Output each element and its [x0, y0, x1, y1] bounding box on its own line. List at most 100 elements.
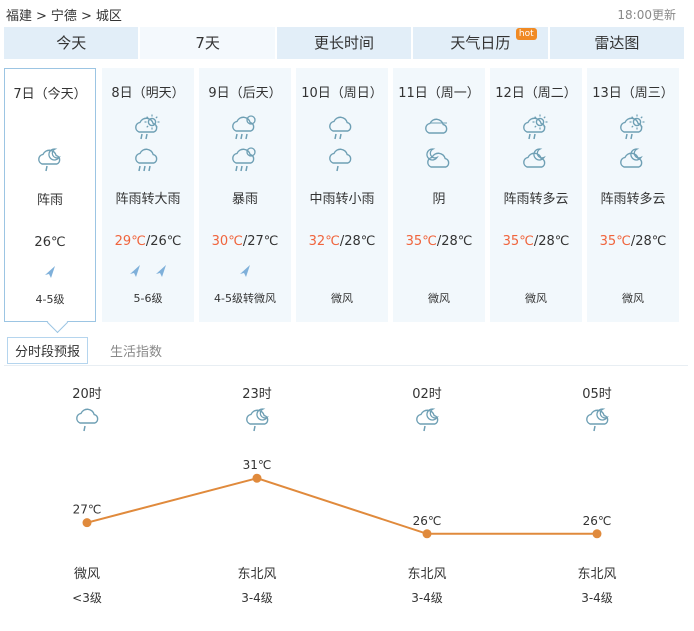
wind-direction — [5, 264, 95, 278]
wind-level: 微风 — [331, 292, 353, 305]
seven-day-forecast: 7日（今天） 阵雨 26℃ 4-5级 8日（明天） 阵雨转大雨 29℃/26℃ 5-6级 9日（… — [4, 68, 684, 334]
weather-description: 阵雨转多云 — [503, 192, 569, 207]
breadcrumb-province[interactable]: 福建 — [6, 9, 32, 24]
light-rain-icon — [326, 146, 356, 178]
update-time: 18:00更新 — [617, 8, 676, 22]
selected-pointer — [46, 311, 69, 334]
shower-rain-night-icon — [35, 146, 65, 178]
overcast-night-icon — [423, 146, 453, 178]
day-card[interactable]: 9日（后天） 暴雨 30℃/27℃ 4-5级转微风 — [199, 68, 291, 322]
hour-wind-direction: 东北风 — [237, 567, 277, 582]
hour-wind-direction: 微风 — [73, 567, 100, 582]
weather-description: 中雨转小雨 — [309, 192, 375, 207]
day-card[interactable]: 12日（周二） 阵雨转多云 35℃/28℃ 微风 — [490, 68, 582, 322]
wind-direction — [490, 263, 582, 277]
hour-time: 20时 — [72, 387, 102, 402]
temperature-range: 30℃/27℃ — [199, 234, 291, 249]
light-rain-icon — [73, 406, 103, 438]
tab-7day[interactable]: 7天 — [140, 27, 275, 59]
day-date: 9日（后天） — [208, 86, 282, 101]
temperature-range: 32℃/28℃ — [296, 234, 388, 249]
hour-wind-level: 3-4级 — [241, 591, 273, 605]
low-temp: /27℃ — [242, 234, 279, 249]
day-card[interactable]: 10日（周日） 中雨转小雨 32℃/28℃ 微风 — [296, 68, 388, 322]
wind-level: 5-6级 — [133, 292, 163, 305]
sub-tabs: 分时段预报 生活指数 — [7, 337, 162, 364]
shower-rain-day-icon — [132, 114, 162, 146]
day-card[interactable]: 7日（今天） 阵雨 26℃ 4-5级 — [4, 68, 96, 334]
tab-label: 天气日历 — [450, 34, 511, 52]
weather-description: 阵雨转多云 — [600, 192, 666, 207]
low-temp: /28℃ — [630, 234, 667, 249]
hour-time: 23时 — [242, 387, 272, 402]
weather-description: 阴 — [432, 192, 446, 207]
wind-direction-icon — [238, 263, 252, 277]
temperature-range: 29℃/26℃ — [102, 234, 194, 249]
breadcrumb-separator: > — [80, 9, 92, 24]
breadcrumb-district: 城区 — [95, 9, 122, 24]
day-card[interactable]: 8日（明天） 阵雨转大雨 29℃/26℃ 5-6级 — [102, 68, 194, 322]
low-temp: 26℃ — [34, 235, 66, 250]
low-temp: /26℃ — [145, 234, 182, 249]
high-temp: 32℃ — [308, 234, 340, 249]
wind-direction-icon — [43, 264, 57, 278]
day-date: 12日（周二） — [495, 86, 577, 101]
tab-weather-calendar[interactable]: 天气日历 hot — [413, 27, 548, 59]
temperature-range: 35℃/28℃ — [490, 234, 582, 249]
wind-direction — [199, 263, 291, 277]
wind-direction-icon — [128, 263, 142, 277]
wind-level: 微风 — [428, 292, 450, 305]
shower-rain-night-icon — [243, 406, 273, 438]
day-date: 13日（周三） — [592, 86, 674, 101]
day-card[interactable]: 11日（周一） 阴 35℃/28℃ 微风 — [393, 68, 485, 322]
hour-wind-direction: 东北风 — [407, 567, 447, 582]
overcast-icon — [423, 114, 453, 146]
high-temp: 35℃ — [502, 234, 534, 249]
high-temp: 35℃ — [599, 234, 631, 249]
hourly-column: 02时 东北风 3-4级 — [387, 366, 467, 631]
hot-badge: hot — [515, 28, 537, 40]
breadcrumb-city[interactable]: 宁德 — [51, 9, 77, 24]
shower-rain-day-icon — [520, 114, 550, 146]
wind-direction — [393, 263, 485, 277]
wind-direction — [587, 263, 679, 277]
weather-description: 阵雨转大雨 — [115, 192, 181, 207]
low-temp: /28℃ — [533, 234, 570, 249]
moderate-rain-icon — [326, 114, 356, 146]
temperature-range: 35℃/28℃ — [393, 234, 485, 249]
shower-rain-night-icon — [413, 406, 443, 438]
high-temp: 30℃ — [211, 234, 243, 249]
hourly-column: 23时东北风 3-4级 — [217, 366, 297, 631]
day-date: 11日（周一） — [398, 86, 480, 101]
wind-level: 4-5级转微风 — [214, 292, 276, 305]
high-temp: 35℃ — [405, 234, 437, 249]
wind-level: 微风 — [525, 292, 547, 305]
hour-wind-level: 3-4级 — [581, 591, 613, 605]
day-date: 8日（明天） — [111, 86, 185, 101]
partly-cloudy-night-icon — [617, 146, 647, 178]
forecast-tabs: 今天 7天 更长时间 天气日历 hot 雷达图 — [4, 27, 685, 59]
low-temp: /28℃ — [339, 234, 376, 249]
shower-rain-day-icon — [617, 114, 647, 146]
tab-long-term[interactable]: 更长时间 — [276, 27, 412, 59]
hour-time: 02时 — [412, 387, 442, 402]
tab-today[interactable]: 今天 — [4, 27, 139, 59]
wind-level: 微风 — [622, 292, 644, 305]
rainstorm-icon — [229, 146, 259, 178]
subtab-life-index[interactable]: 生活指数 — [110, 341, 162, 360]
shower-rain-night-icon — [583, 406, 613, 438]
heavy-rain-icon — [132, 146, 162, 178]
wind-direction — [296, 263, 388, 277]
temperature-range: 35℃/28℃ — [587, 234, 679, 249]
temperature-line — [86, 477, 597, 535]
hour-time: 05时 — [582, 387, 612, 402]
hour-wind-direction: 东北风 — [577, 567, 617, 582]
subtab-hourly[interactable]: 分时段预报 — [7, 337, 89, 364]
tab-radar[interactable]: 雷达图 — [549, 27, 685, 59]
rainstorm-icon — [229, 114, 259, 146]
hourly-forecast: 27℃ 31℃ 26℃ 26℃ 20时 微风 <3级 23时 东北风 3-4级 02时 东北风 3-4… — [0, 366, 694, 631]
weather-description: 阵雨 — [36, 193, 63, 208]
day-date: 7日（今天） — [13, 87, 87, 102]
breadcrumb: 福建 > 宁德 > 城区 — [6, 5, 122, 24]
day-card[interactable]: 13日（周三） 阵雨转多云 35℃/28℃ 微风 — [587, 68, 679, 322]
